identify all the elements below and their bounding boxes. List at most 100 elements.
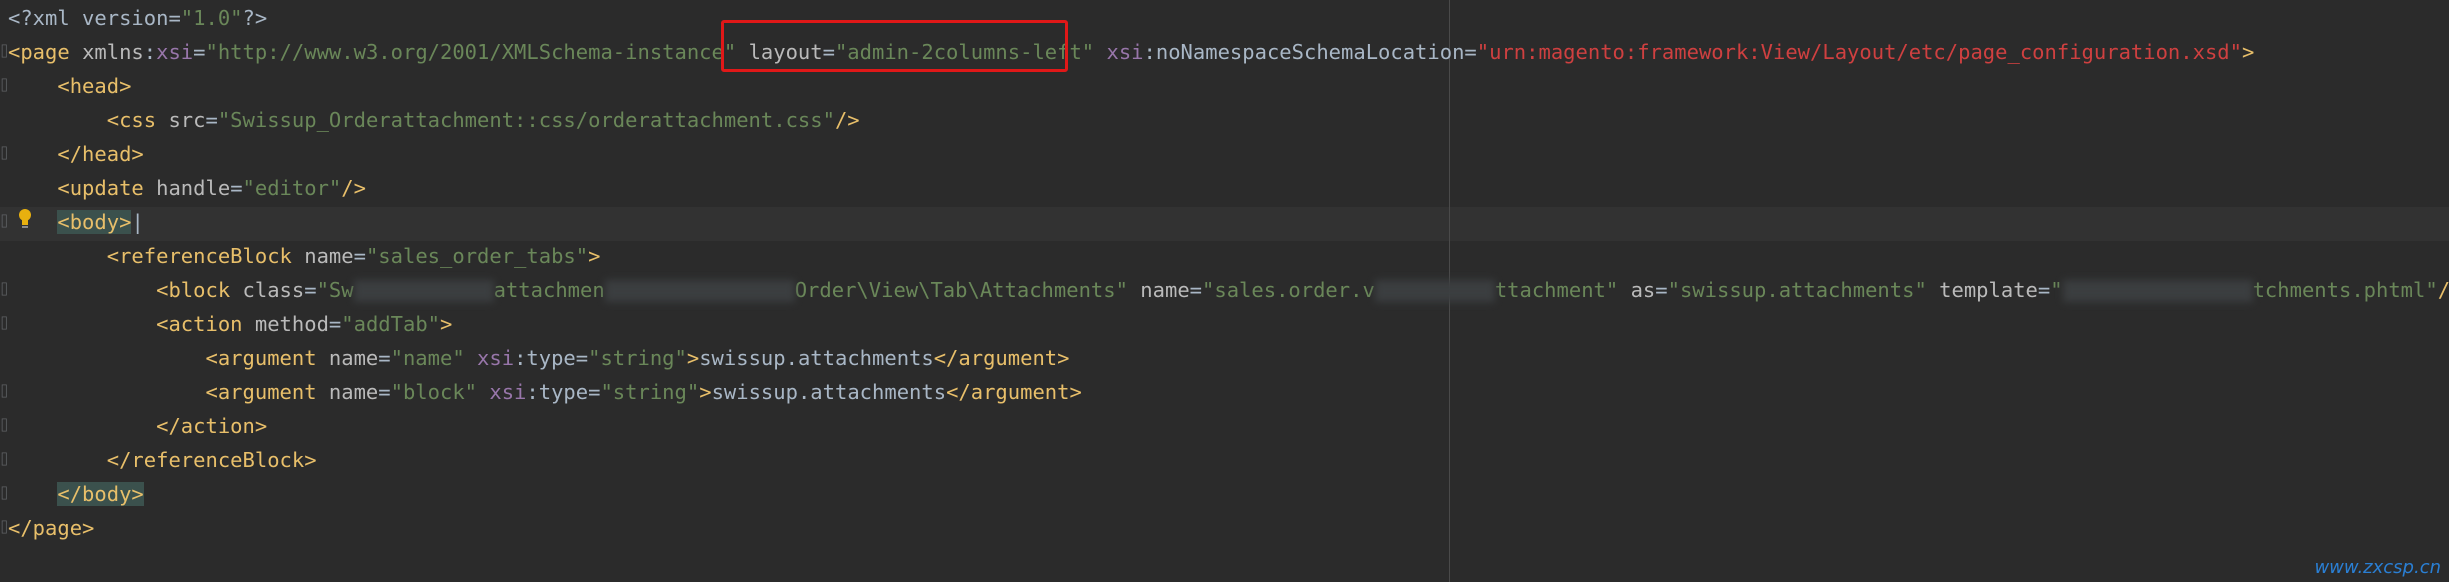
code-line[interactable]: <css src="Swissup_Orderattachment::css/o… — [8, 103, 860, 137]
fold-marker-icon[interactable]: ⌷ — [0, 215, 12, 229]
code-token: xsi — [156, 40, 194, 64]
code-token: "block" — [390, 380, 478, 404]
code-token: <page — [8, 40, 83, 64]
code-line[interactable]: <page xmlns:xsi="http://www.w3.org/2001/… — [8, 35, 2254, 69]
code-line[interactable]: </action> — [8, 409, 267, 443]
code-line[interactable]: <block class="Sw attachmen Order\View\Tab\… — [8, 273, 2449, 307]
code-token: /> — [834, 108, 860, 132]
code-token: "name" — [390, 346, 465, 370]
code-line[interactable]: <argument name="name" xsi:type="string">… — [8, 341, 1069, 375]
code-line[interactable]: </referenceBlock> — [8, 443, 317, 477]
code-token: name — [304, 244, 354, 268]
code-line[interactable]: <action method="addTab"> — [8, 307, 452, 341]
code-token: > — [699, 380, 712, 404]
fold-marker-icon[interactable]: ⌷ — [0, 419, 12, 433]
code-line[interactable]: <update handle="editor"/> — [8, 171, 366, 205]
code-token: = — [328, 312, 342, 336]
code-line[interactable]: </body> — [8, 477, 144, 511]
code-line[interactable]: </page> — [8, 511, 94, 545]
code-line[interactable]: <referenceBlock name="sales_order_tabs"> — [8, 239, 601, 273]
code-token: method — [254, 312, 329, 336]
code-token: = — [1189, 278, 1203, 302]
code-line[interactable]: </head> — [8, 137, 144, 171]
redacted-text — [1374, 280, 1495, 302]
code-token: :type= — [526, 380, 601, 404]
code-token: name — [328, 380, 379, 404]
code-token: "addTab" — [341, 312, 441, 336]
code-token: "editor" — [242, 176, 342, 200]
code-token: Order\View\Tab\Attachments" — [794, 278, 1128, 302]
fold-marker-icon[interactable]: ⌷ — [0, 487, 12, 501]
code-line[interactable]: <head> — [8, 69, 131, 103]
code-token: "urn:magento:framework:View/Layout/etc/p… — [1476, 40, 2242, 64]
code-token: <argument — [205, 380, 329, 404]
layout-attribute-highlight-box — [721, 20, 1068, 72]
code-token: "Sw — [316, 278, 354, 302]
fold-marker-icon[interactable]: ⌷ — [0, 385, 12, 399]
code-token: "string" — [600, 380, 700, 404]
fold-marker-icon[interactable]: ⌷ — [0, 453, 12, 467]
code-token: </body> — [57, 482, 144, 506]
code-token: <css — [106, 108, 169, 132]
code-token: = — [2037, 278, 2051, 302]
fold-marker-icon[interactable]: ⌷ — [0, 45, 12, 59]
code-token: > — [686, 346, 700, 370]
code-token: </argument> — [946, 380, 1082, 404]
code-token: > — [440, 312, 453, 336]
lightbulb-icon[interactable] — [18, 208, 32, 230]
code-token: <head> — [57, 74, 132, 98]
code-line[interactable]: <argument name="block" xsi:type="string"… — [8, 375, 1082, 409]
code-token: <argument — [205, 346, 329, 370]
code-token: = — [353, 244, 366, 268]
code-token: :type= — [514, 346, 589, 370]
code-token: xmlns — [82, 40, 144, 64]
code-token: <?xml version= — [8, 6, 181, 30]
code-token: "1.0" — [180, 6, 243, 30]
fold-marker-icon[interactable]: ⌷ — [0, 79, 12, 93]
redacted-text — [353, 280, 494, 302]
code-token: <action — [156, 312, 255, 336]
code-token: <update — [57, 176, 157, 200]
code-token: > — [2242, 40, 2255, 64]
code-token: class — [242, 278, 305, 302]
fold-marker-icon[interactable]: ⌷ — [0, 283, 12, 297]
code-token: | — [131, 210, 144, 234]
code-token: = — [304, 278, 317, 302]
current-line-highlight — [0, 207, 2449, 241]
code-token: : — [143, 40, 157, 64]
code-token: <block — [156, 278, 243, 302]
code-token: tchments.phtml" — [2252, 278, 2438, 302]
code-token: > — [588, 244, 601, 268]
code-token: ?> — [242, 6, 268, 30]
code-token: /> — [341, 176, 366, 200]
watermark: www.zxcsp.cn — [2314, 557, 2441, 578]
fold-marker-icon[interactable]: ⌷ — [0, 317, 12, 331]
code-token: " — [2050, 278, 2063, 302]
code-token: = — [230, 176, 243, 200]
code-token: as — [1630, 278, 1656, 302]
code-token: </argument> — [933, 346, 1070, 370]
code-editor[interactable]: <?xml version="1.0"?> <page xmlns:xsi="ht… — [0, 0, 2449, 582]
fold-marker-icon[interactable]: ⌷ — [0, 147, 12, 161]
code-token: "swissup.attachments" — [1667, 278, 1927, 302]
code-line[interactable]: <?xml version="1.0"?> — [8, 1, 267, 35]
fold-marker-icon[interactable]: ⌷ — [0, 521, 12, 535]
code-token: handle — [156, 176, 231, 200]
code-token: </head> — [57, 142, 144, 166]
code-token: </action> — [156, 414, 268, 438]
code-token: = — [378, 346, 391, 370]
code-token: ttachment" — [1494, 278, 1619, 302]
